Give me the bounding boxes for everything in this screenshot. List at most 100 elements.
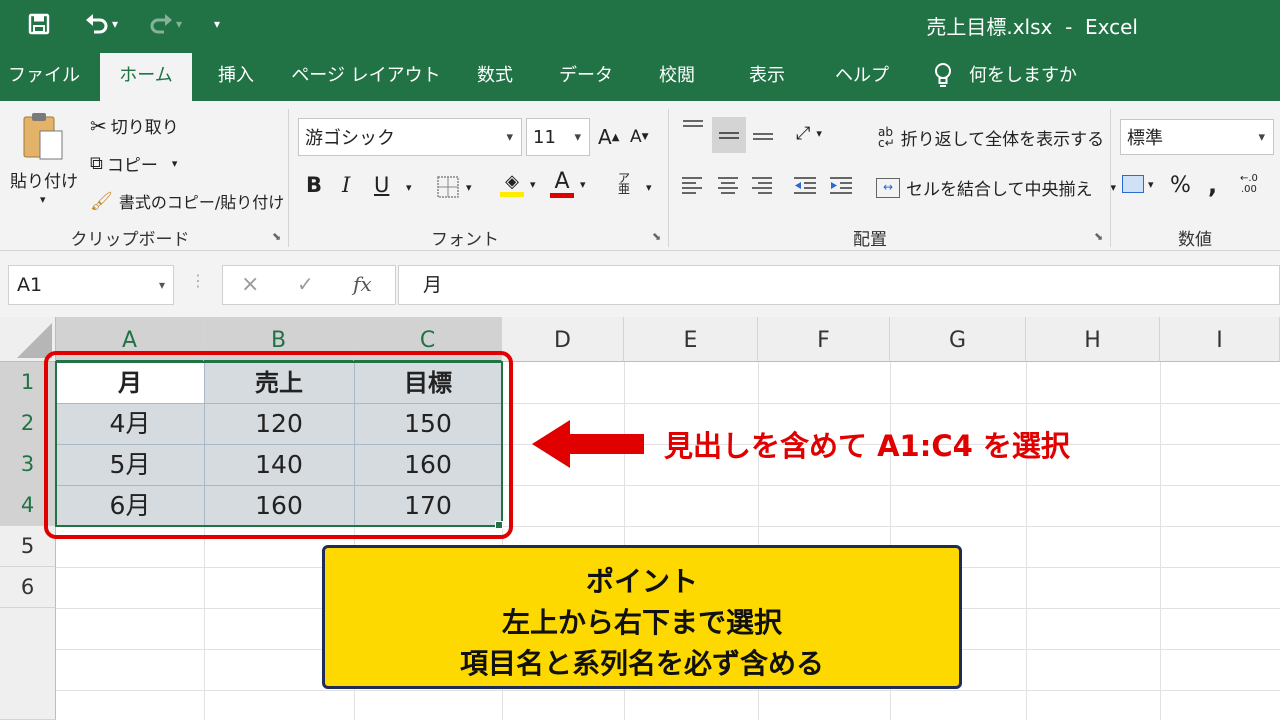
copy-dropdown-icon: ▾ xyxy=(171,157,178,170)
format-painter-button[interactable]: 🖌 書式のコピー/貼り付け xyxy=(90,189,284,213)
clipboard-launcher-icon[interactable]: ⬊ xyxy=(272,230,281,243)
align-middle-button[interactable] xyxy=(712,117,746,153)
paint-bucket-icon: ◈ xyxy=(505,171,519,192)
highlight-outline xyxy=(44,351,513,539)
gridline xyxy=(1160,362,1161,720)
underline-dropdown-icon[interactable]: ▾ xyxy=(406,181,412,194)
copy-button[interactable]: ⧉ コピー ▾ xyxy=(90,151,177,176)
name-box-value: A1 xyxy=(17,274,43,296)
gridline xyxy=(1026,362,1027,720)
column-header-d[interactable]: D xyxy=(502,317,624,362)
number-format-select[interactable]: 標準 ▾ xyxy=(1120,119,1274,155)
percent-button[interactable]: % xyxy=(1170,173,1191,198)
tab-view[interactable]: 表示 xyxy=(730,50,804,101)
italic-button[interactable]: I xyxy=(342,173,350,197)
merge-center-label: セルを結合して中央揃え xyxy=(906,180,1093,200)
column-header-i[interactable]: I xyxy=(1160,317,1280,362)
copy-icon: ⧉ xyxy=(90,153,103,174)
group-divider xyxy=(288,109,289,247)
align-left-button[interactable] xyxy=(680,175,704,197)
save-icon[interactable] xyxy=(22,8,56,40)
grow-font-button[interactable]: A ▲ xyxy=(598,125,619,149)
borders-icon xyxy=(437,176,459,198)
number-format-value: 標準 xyxy=(1127,128,1163,149)
enter-icon[interactable]: ✓ xyxy=(297,272,314,296)
arrow-annotation-label: 見出しを含めて A1:C4 を選択 xyxy=(664,429,1070,463)
name-box[interactable]: A1 ▾ xyxy=(8,265,174,305)
column-header-e[interactable]: E xyxy=(624,317,758,362)
chevron-down-icon: ▾ xyxy=(574,129,581,145)
decrease-indent-button[interactable] xyxy=(792,175,818,197)
group-divider xyxy=(1110,109,1111,247)
cancel-icon[interactable]: × xyxy=(241,272,259,297)
font-family-value: 游ゴシック xyxy=(305,128,395,149)
formula-bar: A1 ▾ ⋮ × ✓ fx 月 xyxy=(0,251,1280,317)
currency-icon xyxy=(1122,175,1144,193)
clipboard-group-label: クリップボード xyxy=(70,230,190,250)
tab-review[interactable]: 校閲 xyxy=(642,50,712,101)
tab-page-layout[interactable]: ページ レイアウト xyxy=(288,50,444,101)
shrink-font-button[interactable]: A ▼ xyxy=(630,127,649,147)
font-size-select[interactable]: 11 ▾ xyxy=(526,118,590,156)
bold-button[interactable]: B xyxy=(306,173,322,197)
format-painter-label: 書式のコピー/貼り付け xyxy=(118,193,285,212)
font-family-select[interactable]: 游ゴシック ▾ xyxy=(298,118,522,156)
phonetic-button[interactable]: ア亜 xyxy=(618,172,630,195)
paste-button[interactable]: 貼り付け xyxy=(10,167,78,192)
tip-callout: ポイント 左上から右下まで選択 項目名と系列名を必ず含める xyxy=(322,545,962,689)
font-color-icon: A xyxy=(554,169,570,194)
formula-bar-grip-icon: ⋮ xyxy=(190,271,206,290)
column-header-g[interactable]: G xyxy=(890,317,1026,362)
clipboard-paste-icon[interactable] xyxy=(20,109,72,163)
cut-button[interactable]: ✂ 切り取り xyxy=(90,113,179,139)
wrap-text-icon: ab c↵ xyxy=(878,124,895,150)
chevron-down-icon: ▾ xyxy=(158,278,165,292)
tab-formulas[interactable]: 数式 xyxy=(462,50,528,101)
chevron-down-icon: ▾ xyxy=(1258,129,1265,145)
underline-button[interactable]: U xyxy=(374,173,389,197)
accounting-format-button[interactable]: ▾ xyxy=(1122,175,1154,193)
gridline xyxy=(56,690,1280,691)
tell-me-search[interactable]: 何をしますか xyxy=(968,50,1078,101)
comma-button[interactable]: , xyxy=(1208,171,1217,199)
wrap-text-button[interactable]: ab c↵ 折り返して全体を表示する xyxy=(878,124,1104,151)
increase-decimal-button[interactable]: ←.0.00 xyxy=(1240,173,1258,195)
merge-center-button[interactable]: ↔ セルを結合して中央揃え ▾ xyxy=(876,175,1116,200)
font-launcher-icon[interactable]: ⬊ xyxy=(652,230,661,243)
callout-title: ポイント xyxy=(585,565,698,598)
formula-input[interactable]: 月 xyxy=(398,265,1280,305)
align-bottom-button[interactable] xyxy=(750,117,776,143)
phonetic-dropdown-icon[interactable]: ▾ xyxy=(646,181,652,194)
paste-dropdown-icon[interactable]: ▾ xyxy=(40,193,46,206)
alignment-launcher-icon[interactable]: ⬊ xyxy=(1094,230,1103,243)
column-header-f[interactable]: F xyxy=(758,317,890,362)
tab-help[interactable]: ヘルプ xyxy=(822,50,902,101)
increase-indent-button[interactable] xyxy=(828,175,854,197)
callout-line-3: 項目名と系列名を必ず含める xyxy=(459,647,824,680)
align-right-button[interactable] xyxy=(750,175,774,197)
ribbon: 貼り付け ▾ ✂ 切り取り ⧉ コピー ▾ 🖌 書式のコピー/貼り付け クリップ… xyxy=(0,101,1280,251)
tab-insert[interactable]: 挿入 xyxy=(204,50,268,101)
fill-color-button[interactable]: ◈ ▾ xyxy=(500,171,536,197)
borders-button[interactable]: ▾ xyxy=(436,175,472,199)
customize-quick-access-icon[interactable]: ▾ xyxy=(206,8,228,40)
align-top-button[interactable] xyxy=(680,117,706,139)
redo-icon[interactable]: ▾ xyxy=(140,8,190,40)
column-header-h[interactable]: H xyxy=(1026,317,1160,362)
orientation-button[interactable]: ⤢ ▾ xyxy=(796,123,822,144)
tab-file[interactable]: ファイル xyxy=(4,50,84,101)
tab-data[interactable]: データ xyxy=(546,50,626,101)
window-title: 売上目標.xlsx - Excel xyxy=(926,15,1138,39)
tab-home[interactable]: ホーム xyxy=(100,53,192,101)
row-header-6[interactable]: 6 xyxy=(0,567,56,608)
align-center-button[interactable] xyxy=(716,175,740,197)
undo-icon[interactable]: ▾ xyxy=(76,8,126,40)
font-color-bar xyxy=(550,193,574,198)
number-group-label: 数値 xyxy=(1178,230,1212,250)
chevron-down-icon: ▾ xyxy=(1110,181,1117,194)
insert-function-icon[interactable]: fx xyxy=(353,272,372,296)
callout-line-2: 左上から右下まで選択 xyxy=(501,606,782,639)
group-divider xyxy=(668,109,669,247)
copy-label: コピー xyxy=(106,156,158,176)
font-color-button[interactable]: A ▾ xyxy=(550,171,586,198)
